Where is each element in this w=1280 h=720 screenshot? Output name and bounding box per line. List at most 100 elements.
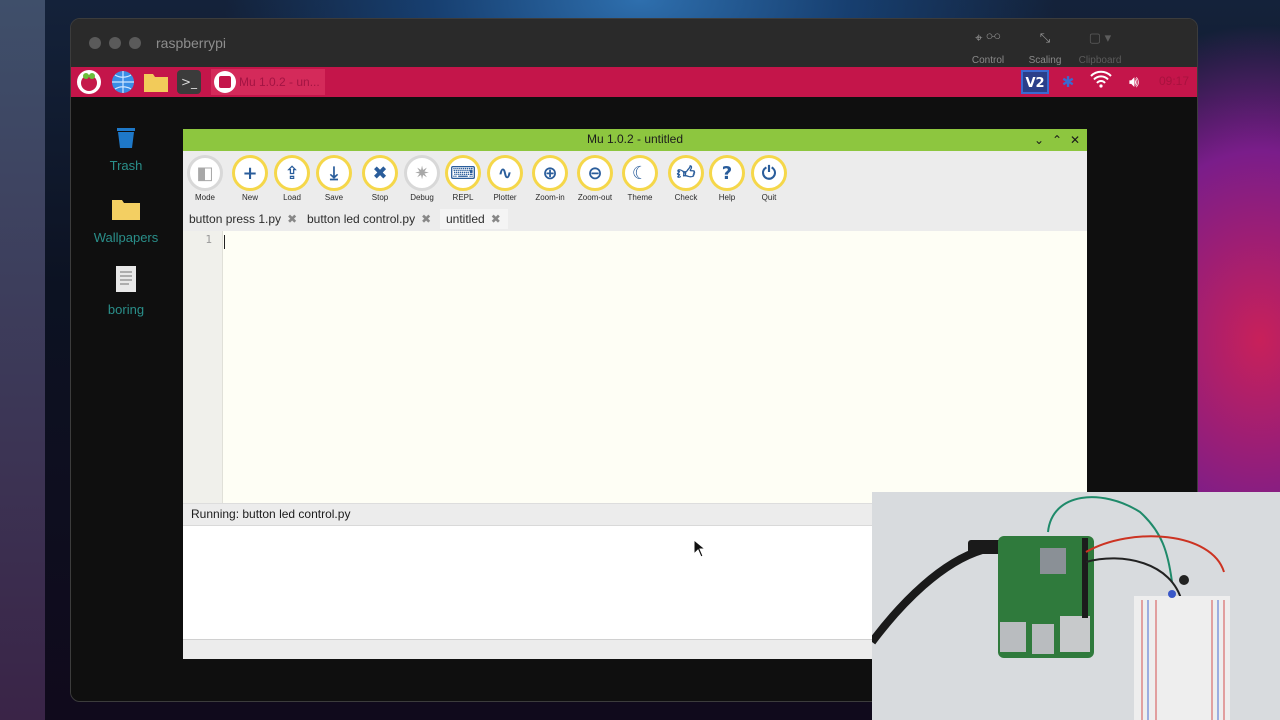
bug-icon: ✷ — [404, 155, 440, 191]
desktop-item-trash[interactable]: Trash — [86, 127, 166, 173]
tab-label: button press 1.py — [189, 212, 282, 226]
mu-app-icon — [214, 71, 236, 93]
mode-icon: ◧ — [187, 155, 223, 191]
chevron-down-icon[interactable]: ⌄ — [1031, 131, 1047, 149]
keyboard-icon: ⌨ — [445, 155, 481, 191]
vnc-window-title: raspberrypi — [156, 35, 227, 51]
web-browser-icon[interactable] — [111, 70, 135, 94]
tab-close-icon[interactable]: ✖ — [421, 212, 431, 226]
taskbar-mu-app-label: Mu 1.0.2 - un... — [239, 75, 320, 89]
taskbar-clock: 09:17 — [1158, 74, 1189, 88]
raspberry-menu-icon[interactable] — [77, 70, 101, 94]
terminal-icon[interactable]: >_ — [177, 70, 201, 94]
mouse-cursor-icon — [693, 538, 707, 562]
mode-button[interactable]: ◧ Mode — [183, 155, 227, 202]
save-button[interactable]: ⤓ Save — [312, 155, 356, 202]
question-icon: ? — [709, 155, 745, 191]
repl-label: REPL — [452, 193, 474, 202]
check-button[interactable]: 👍︎ Check — [664, 155, 708, 202]
zoom-out-button[interactable]: ⊖ Zoom-out — [573, 155, 617, 202]
trash-icon — [86, 127, 166, 152]
save-label: Save — [324, 193, 344, 202]
mode-label: Mode — [194, 193, 215, 202]
load-button[interactable]: ⇪ Load — [270, 155, 314, 202]
tab-button-led-control[interactable]: button led control.py ✖ — [301, 209, 431, 229]
taskbar-mu-app-button[interactable]: Mu 1.0.2 - un... — [211, 69, 325, 95]
debug-button[interactable]: ✷ Debug — [400, 155, 444, 202]
waveform-icon: ∿ — [487, 155, 523, 191]
zoom-in-label: Zoom-in — [535, 193, 565, 202]
vnc-tray-icon[interactable]: V2 — [1021, 70, 1049, 94]
line-number-gutter: 1 — [183, 231, 223, 503]
vnc-titlebar[interactable]: raspberrypi ⌖ ⚯ Control ⤡ Scaling ▢ ▾ Cl… — [71, 19, 1197, 67]
run-status-label: Running: button led control.py — [191, 507, 351, 521]
mu-toolbar: ◧ Mode + New ⇪ Load ⤓ Save ✖ Stop ✷ Debu… — [183, 151, 1087, 207]
power-icon: ⏻ — [751, 155, 787, 191]
close-window-button[interactable] — [89, 37, 101, 49]
tab-label: untitled — [446, 212, 485, 226]
tab-label: button led control.py — [307, 212, 416, 226]
theme-button[interactable]: ☾ Theme — [618, 155, 662, 202]
desktop-item-label: Trash — [109, 158, 143, 173]
pointer-icon: ⌖ ⚯ — [975, 30, 1001, 45]
volume-icon[interactable]: 🔊︎ — [1121, 70, 1147, 94]
plus-icon: + — [232, 155, 268, 191]
moon-icon: ☾ — [622, 155, 658, 191]
zoom-out-icon: ⊖ — [577, 155, 613, 191]
chevron-up-icon[interactable]: ⌃ — [1049, 131, 1065, 149]
bluetooth-icon[interactable]: ✱ — [1058, 70, 1078, 94]
code-editor[interactable]: 1 — [183, 231, 1087, 503]
text-caret — [224, 235, 225, 249]
repl-button[interactable]: ⌨ REPL — [441, 155, 485, 202]
clipboard-icon: ▢ ▾ — [1088, 30, 1112, 45]
vnc-clipboard-button[interactable]: ▢ ▾ Clipboard — [1070, 29, 1130, 66]
file-manager-icon[interactable] — [143, 70, 168, 94]
wallpaper-edge — [0, 0, 45, 720]
quit-button[interactable]: ⏻ Quit — [747, 155, 791, 202]
tab-close-icon[interactable]: ✖ — [491, 212, 501, 226]
help-button[interactable]: ? Help — [705, 155, 749, 202]
mu-window-title: Mu 1.0.2 - untitled — [586, 132, 684, 146]
plotter-label: Plotter — [493, 193, 517, 202]
stop-button[interactable]: ✖ Stop — [358, 155, 402, 202]
desktop-item-boring[interactable]: boring — [86, 265, 166, 317]
zoom-in-button[interactable]: ⊕ Zoom-in — [528, 155, 572, 202]
vnc-scaling-button[interactable]: ⤡ Scaling — [1015, 29, 1075, 66]
minimize-window-button[interactable] — [109, 37, 121, 49]
folder-icon — [86, 197, 166, 224]
thumbs-up-icon: 👍︎ — [668, 155, 704, 191]
stop-icon: ✖ — [362, 155, 398, 191]
debug-label: Debug — [410, 193, 434, 202]
file-tabs: button press 1.py ✖ button led control.py… — [183, 207, 1087, 231]
plotter-button[interactable]: ∿ Plotter — [483, 155, 527, 202]
desktop-item-label: Wallpapers — [93, 230, 159, 245]
tab-untitled[interactable]: untitled ✖ — [440, 209, 508, 229]
download-icon: ⤓ — [316, 155, 352, 191]
theme-label: Theme — [627, 193, 653, 202]
close-icon[interactable]: ✕ — [1067, 131, 1083, 149]
help-label: Help — [718, 193, 736, 202]
zoom-window-button[interactable] — [129, 37, 141, 49]
desktop-item-label: boring — [107, 302, 145, 317]
webcam-overlay — [872, 492, 1280, 720]
vnc-scaling-label: Scaling — [1028, 55, 1062, 66]
new-label: New — [241, 193, 258, 202]
upload-icon: ⇪ — [274, 155, 310, 191]
desktop-item-wallpapers[interactable]: Wallpapers — [86, 197, 166, 245]
wifi-icon[interactable] — [1089, 70, 1113, 94]
tab-button-press-1[interactable]: button press 1.py ✖ — [183, 209, 297, 229]
raspberry-pi-hardware-photo — [872, 492, 1280, 720]
line-number: 1 — [205, 233, 212, 246]
load-label: Load — [283, 193, 301, 202]
check-label: Check — [674, 193, 698, 202]
document-icon — [86, 265, 166, 296]
vnc-control-button[interactable]: ⌖ ⚯ Control — [958, 29, 1018, 66]
pi-taskbar: >_ Mu 1.0.2 - un... V2 ✱ 🔊︎ 09:17 — [71, 67, 1197, 97]
scaling-icon: ⤡ — [1039, 30, 1051, 45]
stop-label: Stop — [371, 193, 389, 202]
tab-close-icon[interactable]: ✖ — [287, 212, 297, 226]
quit-label: Quit — [761, 193, 777, 202]
new-button[interactable]: + New — [228, 155, 272, 202]
zoom-in-icon: ⊕ — [532, 155, 568, 191]
mu-titlebar[interactable]: Mu 1.0.2 - untitled ⌄ ⌃ ✕ — [183, 129, 1087, 151]
